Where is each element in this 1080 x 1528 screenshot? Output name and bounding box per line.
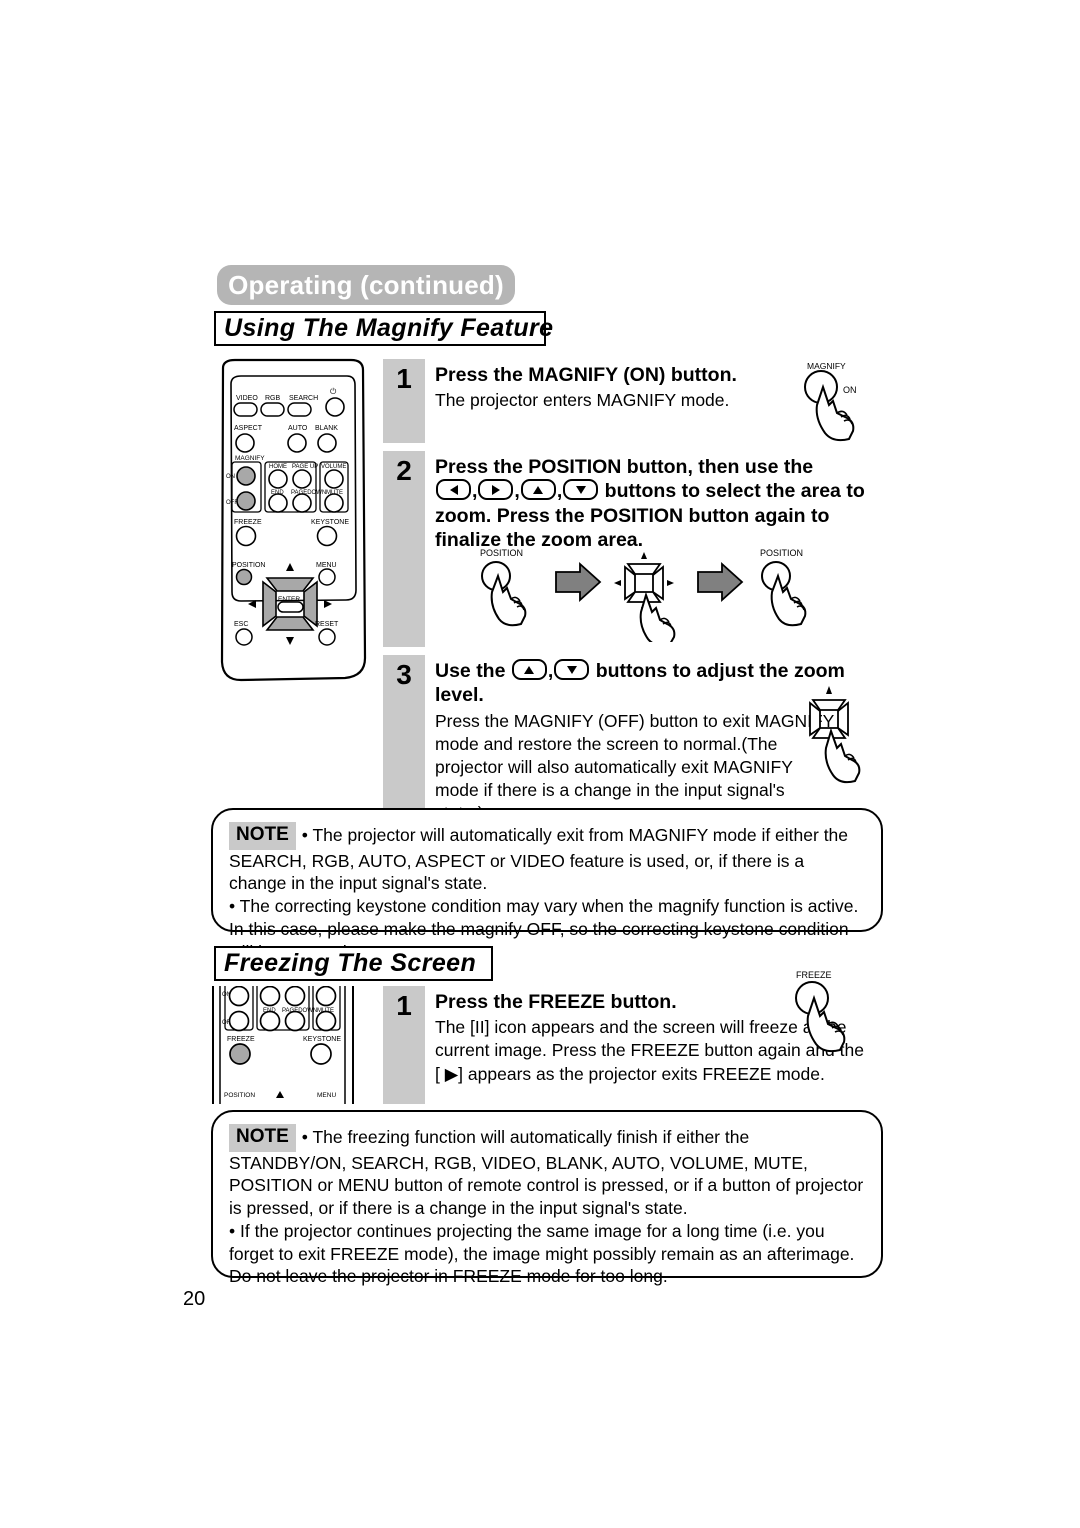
step-heading-part1: Press the POSITION button, then use the [435,456,814,478]
comma-2: , [514,480,520,503]
up-arrow-button-icon [520,479,556,501]
note-box-freeze: NOTE • The freezing function will automat… [211,1110,883,1286]
svg-text:MAGNIFY: MAGNIFY [235,455,265,462]
svg-text:KEYSTONE: KEYSTONE [311,519,349,526]
section-title-freeze: Freezing The Screen [214,946,493,981]
svg-text:BLANK: BLANK [315,425,338,432]
left-arrow-button-icon [436,479,471,501]
svg-text:MENU: MENU [316,562,337,569]
svg-text:ASPECT: ASPECT [234,425,263,432]
page-header-title: Operating (continued) [228,269,504,300]
freeze-button-illustration: FREEZE [780,966,880,1054]
step-number-badge: 2 [383,451,425,647]
note-paragraph-text: • The freezing function will automatical… [229,1127,864,1219]
step-number: 3 [396,659,412,690]
step-number-badge: 1 [383,986,425,1104]
svg-text:MENU: MENU [317,1092,336,1099]
note-paragraph-text: • The projector will automatically exit … [229,825,849,894]
step-number-badge: 1 [383,359,425,443]
manual-page: Operating (continued) Using The Magnify … [0,0,1080,1528]
note-tag: NOTE [229,1124,296,1152]
svg-text:FREEZE: FREEZE [227,1036,255,1043]
note-body: NOTE • The projector will automatically e… [229,822,865,963]
remote-control-illustration: VIDEO RGB SEARCH ⏻ ASPECT AUTO BLANK MAG… [205,358,380,688]
remote-control-partial-illustration: ON OFF END PAGEDOWN MUTE FREEZE KEYSTONE… [207,986,367,1104]
note-paragraph: NOTE • The freezing function will automat… [229,1124,865,1220]
comma-1: , [547,660,554,682]
down-arrow-button-icon [554,659,590,680]
note-paragraph: • If the projector continues projecting … [229,1220,855,1287]
svg-text:AUTO: AUTO [288,425,308,432]
section-title-magnify-label: Using The Magnify Feature [224,314,554,342]
step-number: 2 [396,455,412,486]
down-arrow-button-icon [563,479,599,501]
svg-text:ON: ON [226,474,235,480]
svg-text:POSITION: POSITION [232,562,265,569]
comma-3: , [556,480,563,503]
svg-text:SEARCH: SEARCH [289,395,318,402]
freeze-illustration-label: FREEZE [796,970,832,980]
step-heading: Press the POSITION button, then use the … [435,455,883,553]
up-arrow-button-icon [511,659,547,680]
position-label-left: POSITION [480,548,523,558]
svg-text:ON: ON [843,385,857,395]
svg-text:VIDEO: VIDEO [236,395,258,402]
section-title-magnify: Using The Magnify Feature [214,311,553,346]
svg-text:POSITION: POSITION [224,1092,255,1099]
svg-text:HOME: HOME [269,464,287,470]
note-paragraph: NOTE • The projector will automatically e… [229,822,865,895]
svg-text:RGB: RGB [265,395,281,402]
position-label-right: POSITION [760,548,803,558]
svg-text:VOLUME: VOLUME [321,464,346,470]
right-arrow-button-icon [478,479,514,501]
svg-text:KEYSTONE: KEYSTONE [303,1036,341,1043]
position-button-flow-illustration: POSITION POSITION [460,542,860,642]
step-number: 1 [396,363,412,394]
svg-text:ESC: ESC [234,621,248,628]
svg-text:FREEZE: FREEZE [234,519,262,526]
page-header-banner: Operating (continued) [217,265,515,305]
note-tag: NOTE [229,822,296,850]
note-body: NOTE • The freezing function will automat… [229,1124,865,1288]
magnify-on-button-illustration: MAGNIFY ON [793,357,885,443]
page-number: 20 [183,1288,206,1310]
section-title-freeze-label: Freezing The Screen [224,949,477,977]
step-heading-part1: Use the [435,660,506,682]
svg-text:RESET: RESET [315,621,339,628]
magnify-illustration-label: MAGNIFY [807,361,846,371]
svg-text:⏻: ⏻ [330,387,337,396]
svg-text:PAGE UP: PAGE UP [292,464,318,470]
step-number-badge: 3 [383,655,425,832]
dpad-adjust-illustration [797,682,883,786]
comma-1: , [472,480,478,503]
step-number: 1 [396,990,412,1021]
note-box-magnify: NOTE • The projector will automatically e… [211,808,883,962]
